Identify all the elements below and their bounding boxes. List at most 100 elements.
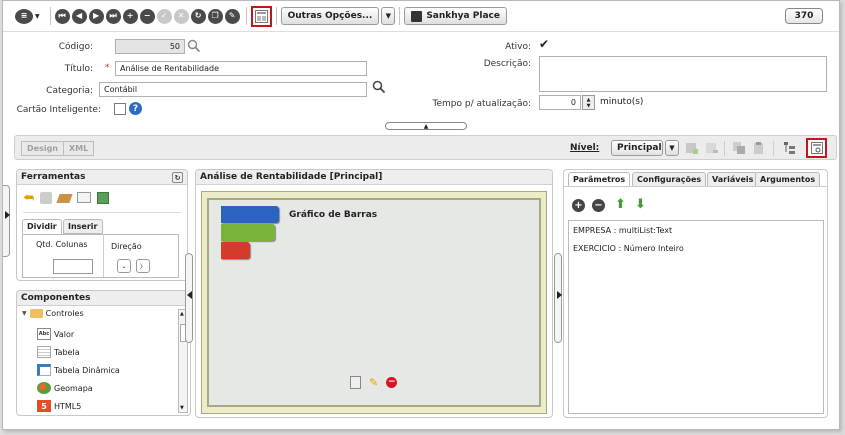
add-level-icon[interactable] — [685, 141, 699, 155]
toolbar-separator — [399, 7, 401, 25]
list-item[interactable]: EXERCICIO : Número Inteiro — [573, 244, 684, 253]
table-icon — [37, 346, 51, 358]
tree-item-geomapa[interactable]: Geomapa — [37, 382, 93, 394]
divider — [3, 31, 839, 32]
remove-icon[interactable]: − — [139, 8, 155, 24]
parameters-list: EMPRESA : multiList:Text EXERCICIO : Núm… — [568, 220, 824, 414]
nivel-dropdown-icon[interactable]: ▼ — [665, 140, 679, 156]
tree-item-tabela[interactable]: Tabela — [37, 346, 80, 358]
previous-record-icon[interactable]: ◀ — [71, 8, 87, 24]
tab-variaveis[interactable]: Variáveis — [707, 172, 759, 187]
layout-designer-icon[interactable] — [250, 5, 272, 27]
edit-icon[interactable]: ✎ — [224, 8, 240, 24]
outras-opcoes-button[interactable]: Outras Opções... — [280, 7, 380, 25]
edit-icon[interactable]: ✎ — [369, 377, 378, 388]
paste-level-icon[interactable] — [752, 141, 766, 155]
frame-icon[interactable] — [77, 192, 92, 203]
sankhya-place-button[interactable]: Sankhya Place — [404, 7, 507, 25]
design-bar: Design XML Nível: Principal ▼ — [14, 135, 837, 160]
first-record-icon[interactable]: ⏮ — [54, 8, 70, 24]
component-title: Gráfico de Barras — [289, 210, 378, 220]
tree-view-icon[interactable] — [783, 141, 797, 155]
list-item[interactable]: EMPRESA : multiList:Text — [573, 226, 672, 235]
canvas-header: Análise de Rentabilidade [Principal] — [196, 170, 552, 185]
confirm-icon[interactable]: ✓ — [156, 8, 172, 24]
componentes-tree: ▼ Controles Abc Valor Tabela Tabela Dinâ… — [22, 309, 172, 414]
titulo-label-text: Título: — [64, 64, 93, 74]
tree-item-html5[interactable]: 5 HTML5 — [37, 400, 81, 412]
required-mark: * — [105, 63, 110, 73]
eraser-icon[interactable] — [56, 194, 73, 203]
last-record-icon[interactable]: ⏭ — [105, 8, 121, 24]
tree-item-tabela-dinamica[interactable]: Tabela Dinâmica — [37, 364, 120, 376]
next-record-icon[interactable]: ▶ — [88, 8, 104, 24]
tempo-label: Tempo p/ atualização: — [432, 99, 531, 109]
collapse-right-icon[interactable] — [557, 291, 562, 299]
search-icon[interactable] — [187, 39, 201, 56]
codigo-field[interactable]: 50 — [115, 39, 185, 54]
categoria-field[interactable]: Contábil — [99, 82, 367, 97]
shield-icon[interactable] — [40, 192, 53, 204]
canvas-area: Gráfico de Barras ✎ − — [201, 191, 547, 414]
scroll-up-icon[interactable]: ▲ — [180, 311, 184, 317]
tab-dividir[interactable]: Dividir — [22, 219, 62, 234]
nivel-select[interactable]: Principal — [611, 140, 663, 156]
properties-icon[interactable] — [350, 376, 361, 389]
help-icon[interactable]: ? — [129, 102, 142, 115]
descricao-field[interactable] — [539, 56, 827, 92]
search-icon[interactable] — [372, 80, 386, 97]
toolbar-separator — [49, 7, 51, 25]
add-icon[interactable]: + — [122, 8, 138, 24]
divider — [23, 212, 181, 213]
back-arrow-icon[interactable]: ⮪ — [23, 192, 34, 204]
copy-level-icon[interactable] — [732, 141, 746, 155]
design-tab[interactable]: Design — [21, 141, 64, 156]
tab-inserir[interactable]: Inserir — [63, 219, 103, 234]
nivel-label: Nível: — [570, 143, 600, 153]
remove-level-icon[interactable] — [705, 141, 719, 155]
expand-left-icon[interactable] — [5, 211, 10, 219]
tempo-spinner[interactable]: ▲ ▼ — [582, 95, 595, 110]
qtd-colunas-input[interactable] — [53, 259, 93, 274]
refresh-icon[interactable]: ↻ — [190, 8, 206, 24]
menu-dropdown-icon[interactable]: ▼ — [35, 13, 40, 20]
descricao-label: Descrição: — [483, 59, 531, 69]
left-sidebar-handle[interactable] — [3, 185, 10, 257]
add-parameter-icon[interactable]: + — [572, 199, 585, 212]
app-window: ≡ ▼ ⏮ ◀ ▶ ⏭ + − ✓ ✕ ↻ ❐ ✎ Outras Opções.… — [2, 0, 840, 430]
tree-item-valor[interactable]: Abc Valor — [37, 328, 74, 340]
collapse-left-icon[interactable] — [187, 291, 192, 299]
move-down-icon[interactable]: ⬇ — [635, 197, 646, 212]
tab-argumentos[interactable]: Argumentos — [755, 172, 821, 187]
xml-tab[interactable]: XML — [63, 141, 95, 156]
tab-configuracoes[interactable]: Configurações — [632, 172, 707, 187]
menu-icon[interactable]: ≡ — [15, 8, 33, 24]
direction-vertical-icon[interactable]: ⌄ — [117, 259, 131, 273]
qtd-colunas-label: Qtd. Colunas — [36, 240, 88, 249]
scroll-down-icon[interactable]: ▼ — [180, 405, 184, 411]
outras-opcoes-dropdown-icon[interactable]: ▼ — [381, 7, 396, 25]
remove-parameter-icon[interactable]: − — [592, 199, 605, 212]
titulo-field[interactable]: Análise de Rentabilidade — [115, 61, 367, 76]
move-up-icon[interactable]: ⬆ — [615, 197, 626, 212]
grid-add-icon[interactable] — [97, 192, 110, 204]
abc-icon: Abc — [37, 328, 51, 340]
expand-arrow-icon[interactable]: ▼ — [22, 310, 27, 317]
copy-icon[interactable]: ❐ — [207, 8, 223, 24]
bar-icon-segment — [221, 224, 275, 241]
tab-parametros[interactable]: Parâmetros — [568, 172, 631, 187]
bar-icon-segment — [221, 206, 279, 223]
tempo-field[interactable]: 0 — [539, 95, 581, 110]
tree-item-label: Geomapa — [54, 383, 93, 393]
chart-component[interactable]: Gráfico de Barras ✎ − — [207, 198, 541, 407]
cancel-icon[interactable]: ✕ — [173, 8, 189, 24]
cartao-checkbox[interactable] — [114, 103, 126, 115]
refresh-icon[interactable]: ↻ — [172, 172, 183, 183]
preview-icon[interactable] — [806, 138, 827, 158]
ativo-checkbox[interactable]: ✔ — [539, 38, 551, 51]
collapse-form-toggle[interactable]: ▲ — [385, 122, 467, 130]
direction-horizontal-icon[interactable]: 〉 — [136, 259, 150, 273]
delete-icon[interactable]: − — [386, 377, 398, 388]
tree-item-label: Tabela Dinâmica — [54, 365, 120, 375]
tree-item-controles[interactable]: ▼ Controles — [22, 309, 84, 318]
